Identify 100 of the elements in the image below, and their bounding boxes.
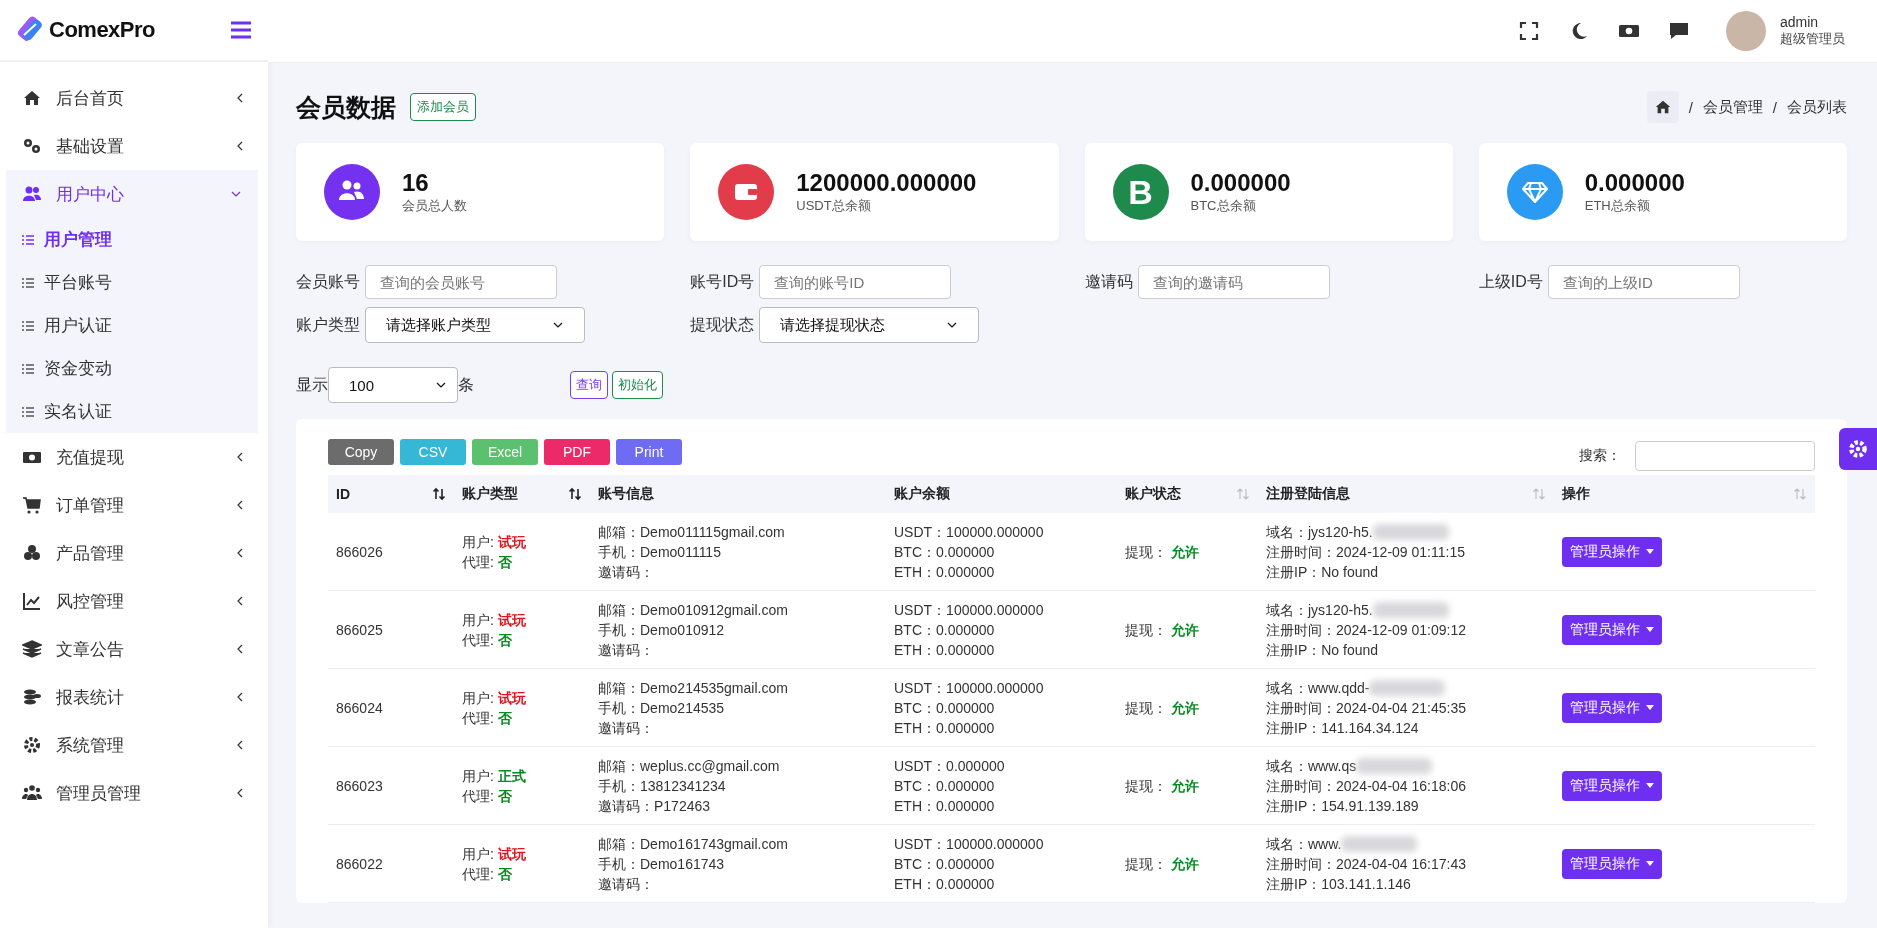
column-header: 账号信息 bbox=[598, 485, 654, 503]
admin-action-button[interactable]: 管理员操作 bbox=[1562, 770, 1662, 801]
column-header[interactable]: ID bbox=[336, 486, 350, 502]
register-time: 注册时间：2024-04-04 16:17:43 bbox=[1266, 854, 1467, 874]
home-icon bbox=[1653, 98, 1672, 116]
export-button[interactable]: PDF bbox=[544, 439, 610, 465]
sidebar-item[interactable]: 用户中心 bbox=[6, 170, 258, 218]
sidebar-item[interactable]: 充值提现 bbox=[0, 433, 268, 481]
search-label: 搜索： bbox=[1579, 447, 1621, 465]
sidebar-item[interactable]: 基础设置 bbox=[0, 122, 268, 170]
register-ip: 注册IP：No found bbox=[1266, 640, 1380, 660]
list-icon bbox=[22, 362, 34, 375]
sort-icon[interactable] bbox=[432, 487, 446, 501]
fullscreen-icon[interactable] bbox=[1518, 20, 1540, 42]
column-header[interactable]: 注册登陆信息 bbox=[1266, 485, 1350, 503]
balance-line: ETH：0.000000 bbox=[894, 718, 996, 738]
users-icon bbox=[22, 184, 42, 204]
filter-label: 邀请码 bbox=[1084, 271, 1133, 292]
list-icon bbox=[22, 233, 34, 246]
table-cell: 866023 bbox=[328, 746, 454, 825]
sidebar-item[interactable]: 文章公告 bbox=[0, 625, 268, 673]
chat-icon[interactable] bbox=[1668, 20, 1690, 42]
search-button[interactable]: 查询 bbox=[570, 371, 608, 399]
balance-line: USDT：100000.000000 bbox=[894, 600, 1045, 620]
menu-icon[interactable] bbox=[230, 20, 252, 40]
admin-action-button[interactable]: 管理员操作 bbox=[1562, 614, 1662, 645]
filter-select[interactable]: 请选择账户类型 bbox=[365, 307, 585, 343]
submenu-item[interactable]: 用户管理 bbox=[6, 218, 258, 261]
filter-input[interactable]: 查询的会员账号 bbox=[365, 265, 557, 299]
user-type: 用户: 试玩 bbox=[462, 532, 527, 552]
account-info: 邮箱：weplus.cc@gmail.com bbox=[598, 756, 781, 776]
layers-icon bbox=[22, 639, 42, 659]
account-info: 手机：13812341234 bbox=[598, 776, 727, 796]
reset-button[interactable]: 初始化 bbox=[612, 371, 663, 399]
sidebar-item[interactable]: 报表统计 bbox=[0, 673, 268, 721]
admin-action-button[interactable]: 管理员操作 bbox=[1562, 692, 1662, 723]
register-time: 注册时间：2024-12-09 01:11:15 bbox=[1266, 542, 1466, 562]
column-header[interactable]: 账户类型 bbox=[462, 485, 518, 503]
sidebar-item[interactable]: 管理员管理 bbox=[0, 769, 268, 817]
account-info: 手机：Demo011115 bbox=[598, 542, 722, 562]
account-info: 邮箱：Demo161743gmail.com bbox=[598, 834, 789, 854]
column-header[interactable]: 操作 bbox=[1562, 485, 1590, 503]
line-chart-icon bbox=[22, 591, 42, 611]
brand-name: ComexPro bbox=[49, 17, 156, 43]
balance-line: ETH：0.000000 bbox=[894, 640, 996, 660]
agent-status: 代理: 否 bbox=[462, 786, 513, 806]
register-time: 注册时间：2024-04-04 16:18:06 bbox=[1266, 776, 1467, 796]
search-field[interactable] bbox=[1635, 441, 1815, 471]
breadcrumb-link[interactable]: 会员管理 bbox=[1702, 97, 1763, 117]
stat-label: ETH总余额 bbox=[1584, 197, 1651, 215]
balance-line: USDT：0.000000 bbox=[894, 756, 1006, 776]
filter-input[interactable]: 查询的邀请码 bbox=[1137, 265, 1330, 299]
sidebar-item[interactable]: 风控管理 bbox=[0, 577, 268, 625]
register-ip: 注册IP：No found bbox=[1266, 562, 1380, 582]
filter-select[interactable]: 请选择提现状态 bbox=[759, 307, 980, 343]
account-info: 邀请码：P172463 bbox=[598, 796, 712, 816]
settings-button[interactable] bbox=[1839, 428, 1877, 470]
column-header[interactable]: 账户状态 bbox=[1125, 485, 1181, 503]
stat-value: 0.000000 bbox=[1190, 169, 1291, 197]
filter-input[interactable]: 查询的上级ID bbox=[1547, 265, 1740, 299]
balance-line: BTC：0.000000 bbox=[894, 620, 996, 640]
column-header: 账户余额 bbox=[894, 485, 950, 503]
admin-action-button[interactable]: 管理员操作 bbox=[1562, 848, 1662, 879]
caret-icon bbox=[1646, 783, 1654, 788]
add-member-button[interactable]: 添加会员 bbox=[410, 93, 476, 121]
export-button[interactable]: Print bbox=[616, 439, 682, 465]
filter-input[interactable]: 查询的账号ID bbox=[759, 265, 952, 299]
caret-icon bbox=[1646, 705, 1654, 710]
balance-line: ETH：0.000000 bbox=[894, 796, 996, 816]
domain-text: 域名：www. bbox=[1266, 834, 1342, 854]
export-button[interactable]: Copy bbox=[328, 439, 394, 465]
gear-icon bbox=[22, 735, 42, 755]
balance-line: ETH：0.000000 bbox=[894, 874, 996, 894]
filter-label: 提现状态 bbox=[690, 314, 755, 335]
account-info: 手机：Demo161743 bbox=[598, 854, 726, 874]
register-time: 注册时间：2024-04-04 21:45:35 bbox=[1266, 698, 1467, 718]
submenu-item[interactable]: 实名认证 bbox=[6, 390, 258, 433]
filter-label: 账号ID号 bbox=[690, 271, 755, 292]
submenu-item[interactable]: 用户认证 bbox=[6, 304, 258, 347]
stat-label: USDT总余额 bbox=[796, 197, 872, 215]
sidebar-item[interactable]: 系统管理 bbox=[0, 721, 268, 769]
submenu-item[interactable]: 平台账号 bbox=[6, 261, 258, 304]
page-title: 会员数据 bbox=[296, 91, 396, 123]
balance-line: USDT：100000.000000 bbox=[894, 522, 1045, 542]
user-type: 用户: 试玩 bbox=[462, 688, 527, 708]
sidebar-item[interactable]: 后台首页 bbox=[0, 74, 268, 122]
submenu-item[interactable]: 资金变动 bbox=[6, 347, 258, 390]
sidebar-item[interactable]: 产品管理 bbox=[0, 529, 268, 577]
page-size-select[interactable]: 100 bbox=[328, 367, 458, 403]
home-button[interactable] bbox=[1646, 91, 1679, 123]
domain-text: 域名：jys120-h5. bbox=[1266, 600, 1373, 620]
filter-label: 上级ID号 bbox=[1478, 271, 1543, 292]
sidebar-item[interactable]: 订单管理 bbox=[0, 481, 268, 529]
sort-icon[interactable] bbox=[568, 487, 582, 501]
balance-line: ETH：0.000000 bbox=[894, 562, 996, 582]
balance-line: BTC：0.000000 bbox=[894, 776, 996, 796]
balance-line: BTC：0.000000 bbox=[894, 542, 996, 562]
admin-action-button[interactable]: 管理员操作 bbox=[1562, 536, 1662, 567]
caret-icon bbox=[1646, 627, 1654, 632]
withdraw-status: 提现： 允许 bbox=[1125, 621, 1199, 638]
